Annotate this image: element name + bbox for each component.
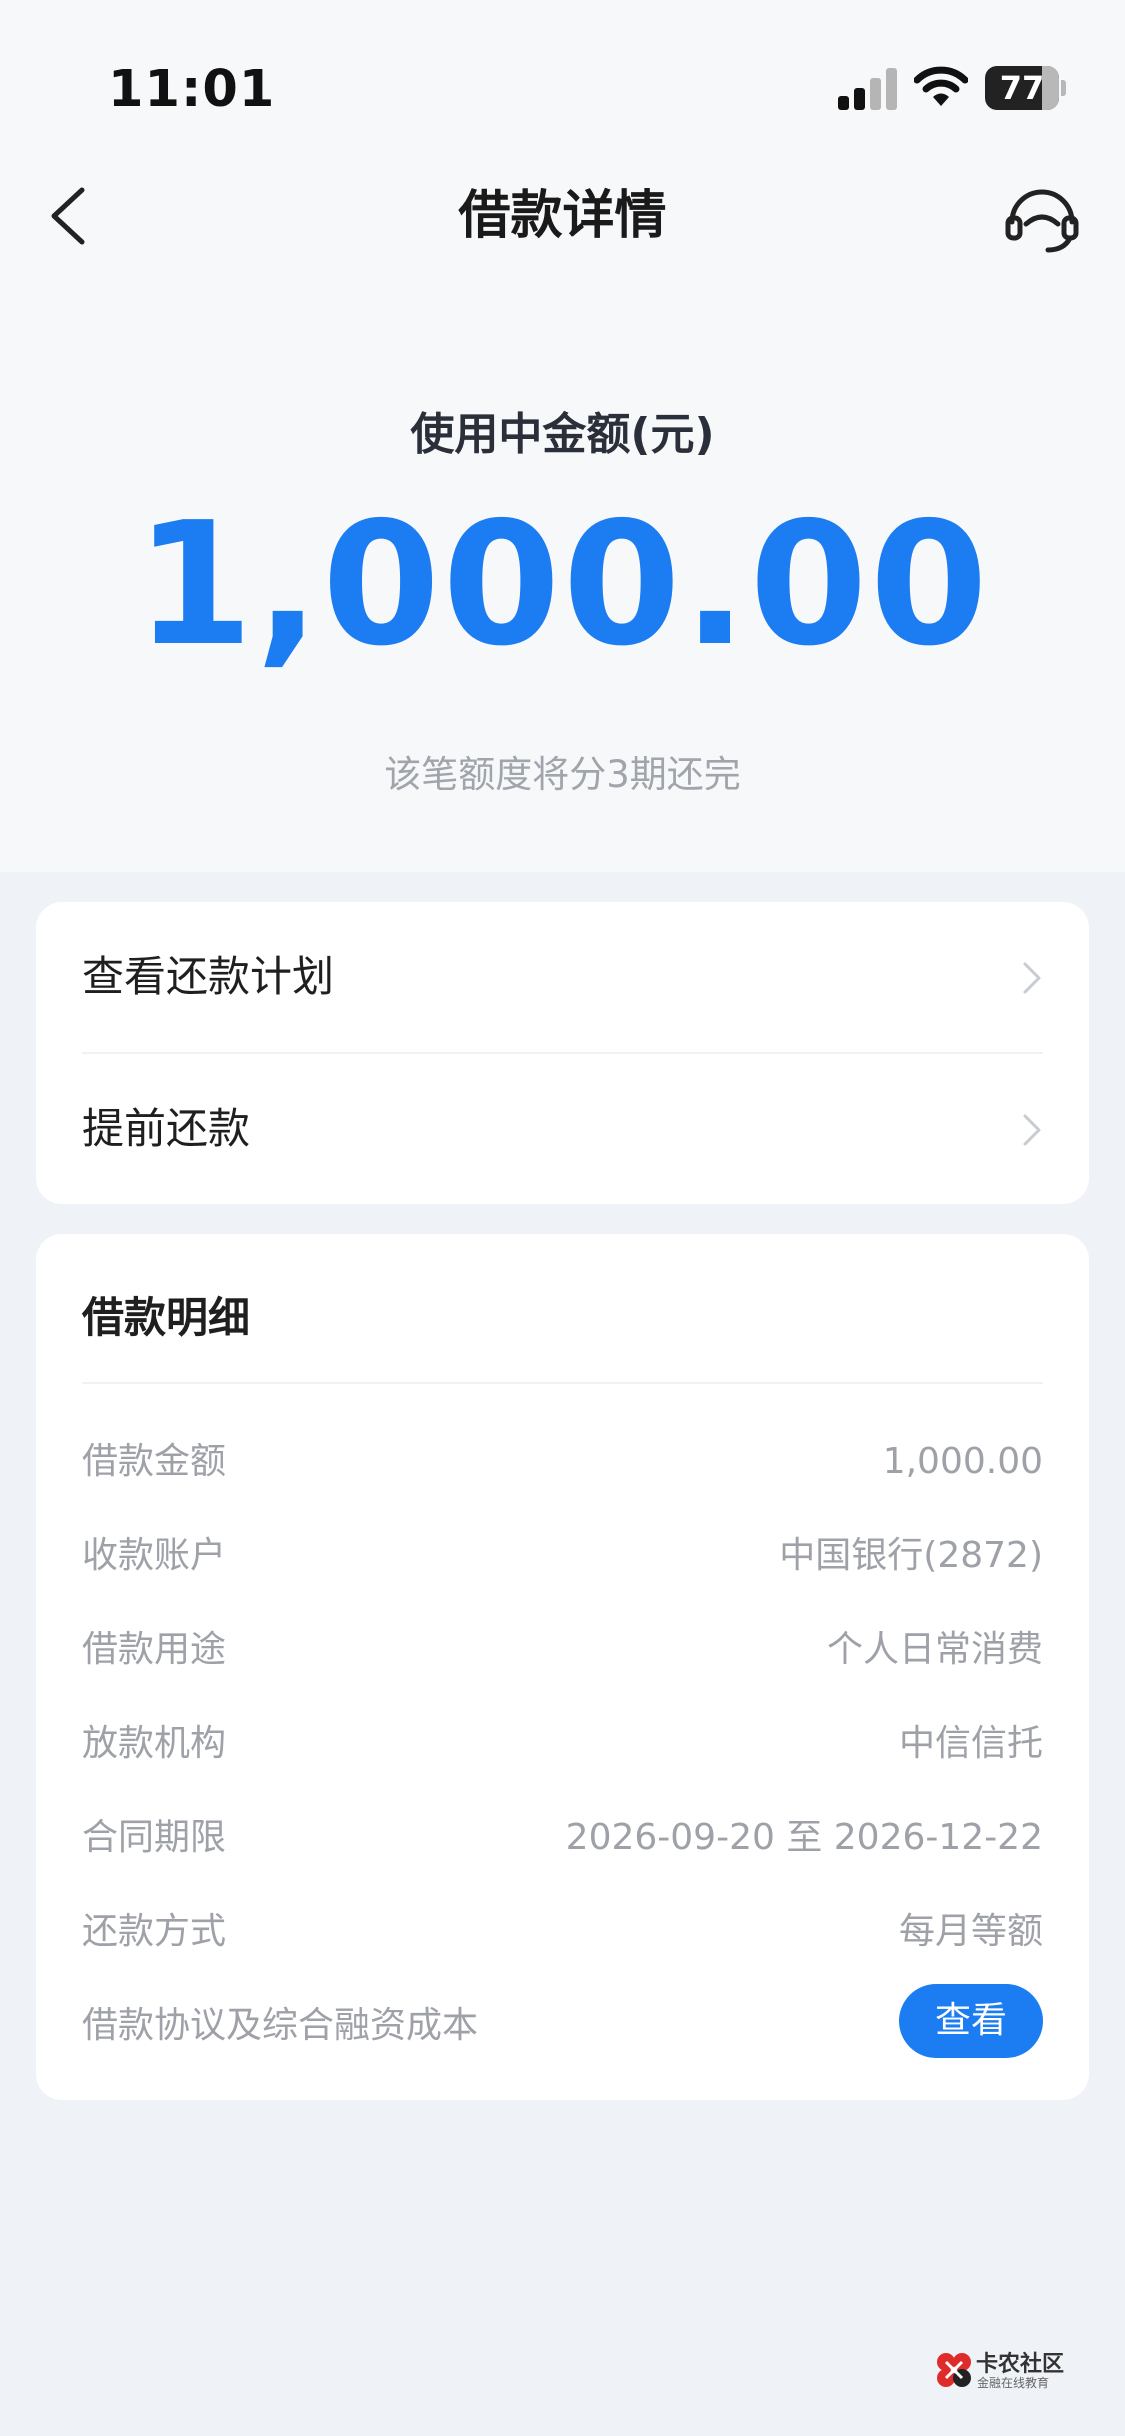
chevron-right-icon — [1023, 1114, 1041, 1146]
detail-row-receiving-account: 收款账户 中国银行(2872) — [82, 1526, 1043, 1586]
in-use-amount: 1,000.00 — [135, 486, 990, 684]
detail-value: 1,000.00 — [882, 1441, 1043, 1482]
detail-key: 还款方式 — [82, 1911, 227, 1952]
page-title: 借款详情 — [458, 186, 667, 246]
detail-row-lender: 放款机构 中信信托 — [82, 1714, 1043, 1774]
installment-note: 该笔额度将分3期还完 — [384, 753, 741, 796]
watermark-subtitle: 金融在线教育 — [977, 2376, 1050, 2390]
customer-service-headset-icon[interactable] — [1004, 182, 1080, 254]
battery-level: 77 — [999, 69, 1045, 107]
detail-key: 借款用途 — [82, 1629, 227, 1670]
early-repayment-item[interactable]: 提前还款 — [82, 1054, 1043, 1204]
detail-value: 个人日常消费 — [826, 1629, 1043, 1670]
menu-item-label: 提前还款 — [82, 1104, 251, 1153]
detail-key: 放款机构 — [82, 1723, 227, 1764]
detail-value: 中信信托 — [898, 1723, 1043, 1764]
section-title: 借款明细 — [82, 1293, 251, 1342]
status-time: 11:01 — [108, 60, 276, 119]
status-bar: 11:01 77 — [0, 0, 1125, 150]
battery-icon: 77 — [985, 66, 1066, 110]
detail-value: 中国银行(2872) — [779, 1535, 1043, 1576]
menu-item-label: 查看还款计划 — [82, 952, 335, 1001]
detail-key: 收款账户 — [82, 1535, 227, 1576]
wifi-icon — [914, 66, 968, 106]
detail-row-loan-purpose: 借款用途 个人日常消费 — [82, 1620, 1043, 1680]
detail-row-loan-amount: 借款金额 1,000.00 — [82, 1432, 1043, 1492]
detail-value: 2026-09-20 至 2026-12-22 — [565, 1817, 1043, 1858]
view-agreement-button[interactable]: 查看 — [899, 1984, 1043, 2058]
detail-row-repayment-method: 还款方式 每月等额 — [82, 1902, 1043, 1962]
cellular-signal-icon — [838, 68, 898, 110]
detail-key: 借款金额 — [82, 1441, 227, 1482]
detail-row-agreement: 借款协议及综合融资成本 查看 — [82, 1984, 1043, 2058]
chevron-right-icon — [1023, 962, 1041, 994]
detail-value: 每月等额 — [898, 1911, 1043, 1952]
actions-card: 查看还款计划 提前还款 — [36, 902, 1089, 1204]
watermark: 卡农社区 金融在线教育 — [934, 2346, 1074, 2396]
view-repayment-plan-item[interactable]: 查看还款计划 — [82, 902, 1043, 1052]
kanong-logo-icon — [937, 2353, 971, 2387]
loan-details-card: 借款明细 借款金额 1,000.00 收款账户 中国银行(2872) 借款用途 … — [36, 1234, 1089, 2100]
detail-row-contract-term: 合同期限 2026-09-20 至 2026-12-22 — [82, 1808, 1043, 1868]
detail-key: 合同期限 — [82, 1817, 227, 1858]
in-use-amount-label: 使用中金额(元) — [410, 409, 715, 460]
detail-key: 借款协议及综合融资成本 — [82, 2005, 479, 2046]
divider — [82, 1382, 1043, 1384]
